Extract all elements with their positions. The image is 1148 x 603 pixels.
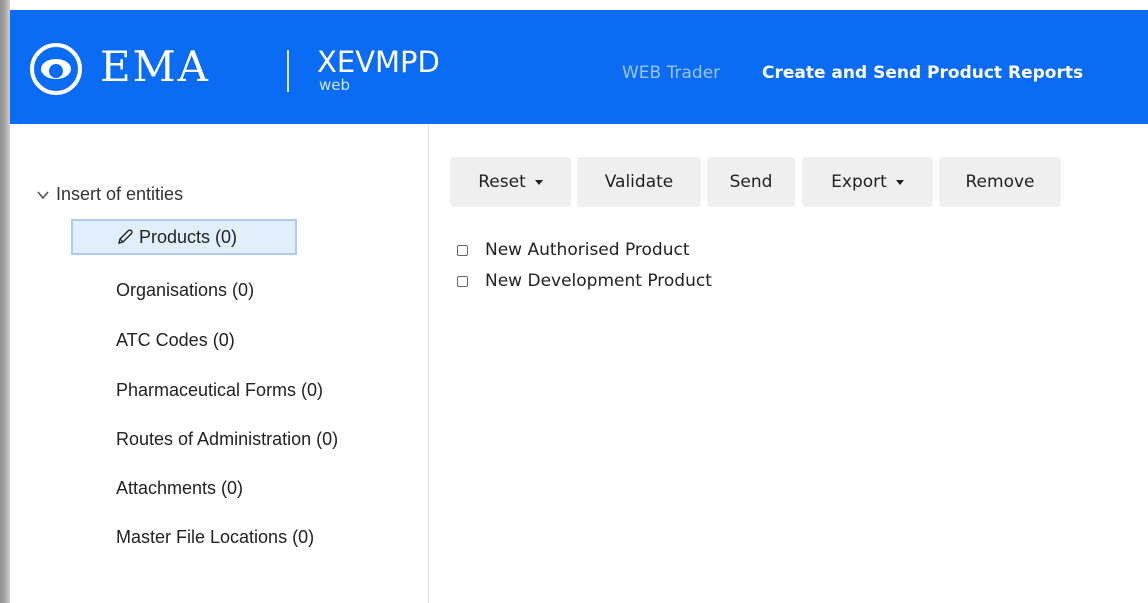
window-frame-left [0,0,10,603]
sidebar-item-pharmaceutical-forms[interactable]: Pharmaceutical Forms (0) [116,380,323,400]
sidebar-item-atc-codes[interactable]: ATC Codes (0) [116,330,235,350]
sidebar-item-routes-of-administration[interactable]: Routes of Administration (0) [116,429,338,449]
brand-name: EMA [100,42,210,91]
option-new-development-product[interactable]: New Development Product [457,270,712,292]
option-label: New Authorised Product [485,240,690,260]
chevron-down-icon[interactable] [36,188,50,202]
validate-button[interactable]: Validate [577,157,701,207]
sidebar-item-organisations[interactable]: Organisations (0) [116,280,254,300]
send-button[interactable]: Send [707,157,795,207]
tree-root-label: Insert of entities [56,184,184,204]
reset-button-label: Reset [478,172,526,192]
app-window: EMA XEVMPD web WEB Trader Create and Sen… [10,10,1148,603]
checkbox[interactable] [457,244,468,256]
brand-divider [287,50,289,92]
main-panel: Reset Validate Send Export Remove New Au… [429,124,1148,603]
pencil-icon [118,229,133,244]
caret-down-icon [895,179,904,185]
app-header: EMA XEVMPD web WEB Trader Create and Sen… [10,10,1148,124]
sidebar-item-products[interactable]: Products (0) [71,219,297,255]
reset-button[interactable]: Reset [450,157,571,207]
product-name: XEVMPD [317,45,440,79]
ema-logo-icon[interactable] [30,43,82,95]
export-button[interactable]: Export [802,157,933,207]
sidebar-item-master-file-locations[interactable]: Master File Locations (0) [116,527,314,547]
sidebar-tree: Insert of entities Products (0) Organisa… [10,124,429,603]
export-button-label: Export [831,172,887,192]
product-subtitle: web [319,76,351,94]
nav-link-create-send[interactable]: Create and Send Product Reports [762,62,1083,84]
option-new-authorised-product[interactable]: New Authorised Product [457,239,690,261]
option-label: New Development Product [485,271,712,291]
caret-down-icon [534,179,543,185]
sidebar-item-label: Products (0) [139,227,238,247]
tree-root-insert-of-entities[interactable]: Insert of entities [36,184,183,204]
nav-link-web-trader[interactable]: WEB Trader [622,62,720,84]
sidebar-item-attachments[interactable]: Attachments (0) [116,478,243,498]
remove-button[interactable]: Remove [939,157,1061,207]
window-frame-top [0,0,1148,10]
checkbox[interactable] [457,275,468,287]
